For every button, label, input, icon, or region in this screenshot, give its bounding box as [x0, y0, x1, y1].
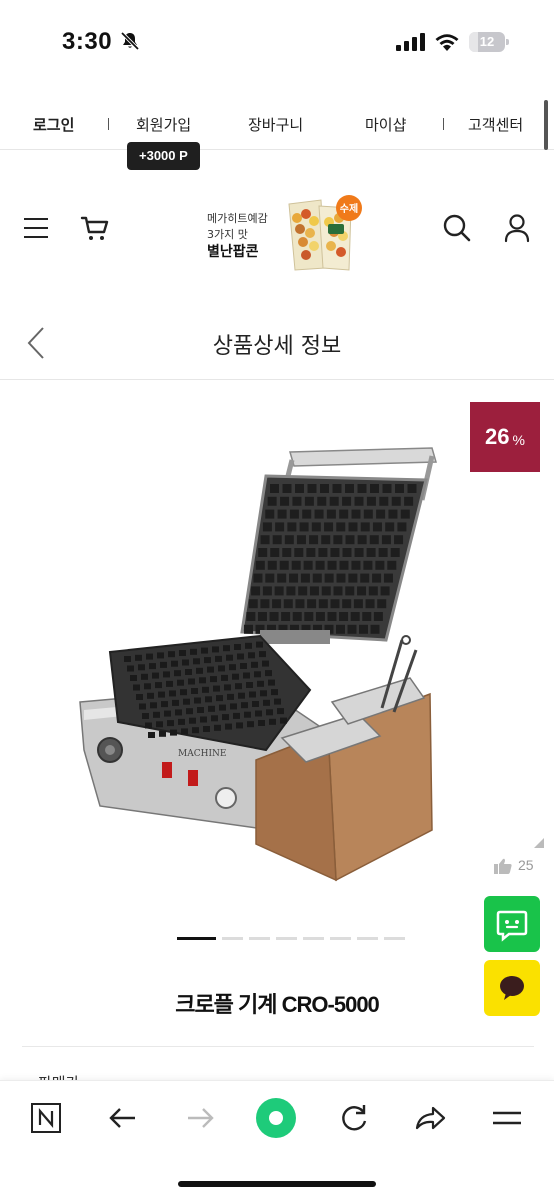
- site-header: 메가히트예감 3가지 맛 별난팝콘 수제: [0, 180, 554, 280]
- popcorn-promo-banner[interactable]: 메가히트예감 3가지 맛 별난팝콘 수제: [207, 188, 367, 272]
- discount-value: 26: [485, 424, 510, 449]
- slider-dot[interactable]: [357, 937, 378, 940]
- reload-icon[interactable]: [337, 1101, 371, 1135]
- search-icon[interactable]: [442, 213, 472, 243]
- like-count: 25: [518, 857, 534, 873]
- nav-signup[interactable]: 회원가입: [136, 114, 191, 135]
- status-time: 3:30: [62, 28, 113, 55]
- battery-indicator: 12: [469, 32, 509, 52]
- product-image[interactable]: MACHINE: [70, 440, 450, 890]
- corner-fold-icon: [534, 838, 544, 848]
- status-bar: 3:30 12: [0, 0, 554, 86]
- nav-divider: [108, 118, 109, 130]
- slider-dot[interactable]: [303, 937, 324, 940]
- page-title-bar: 상품상세 정보: [0, 308, 554, 380]
- back-arrow-icon[interactable]: [106, 1101, 140, 1135]
- slider-dot[interactable]: [249, 937, 270, 940]
- nav-scrollbar[interactable]: [544, 100, 548, 150]
- nav-cart[interactable]: 장바구니: [248, 114, 303, 135]
- thumbs-up-icon: [494, 858, 512, 874]
- top-nav: 로그인 회원가입 장바구니 마이샵 고객센터: [0, 100, 554, 150]
- forward-arrow-icon[interactable]: [183, 1101, 217, 1135]
- home-indicator[interactable]: [178, 1181, 376, 1187]
- cellular-signal-icon: [396, 33, 425, 51]
- like-button[interactable]: 25: [486, 848, 542, 884]
- slider-dot[interactable]: [330, 937, 351, 940]
- page-title: 상품상세 정보: [212, 334, 342, 359]
- nav-login[interactable]: 로그인: [33, 114, 74, 135]
- talk-chat-icon: [496, 910, 528, 942]
- slider-dot[interactable]: [276, 937, 297, 940]
- banner-flavors: 3가지 맛: [207, 228, 248, 241]
- machine-panel-label: MACHINE: [178, 749, 226, 759]
- banner-handmade-sticker: 수제: [340, 202, 358, 215]
- green-home-icon[interactable]: [255, 1097, 297, 1139]
- cart-icon[interactable]: [80, 213, 110, 243]
- naver-talk-button[interactable]: [484, 896, 540, 952]
- user-icon[interactable]: [503, 213, 531, 243]
- wifi-icon: [435, 34, 459, 51]
- nav-customer-center[interactable]: 고객센터: [468, 114, 523, 135]
- bell-off-icon: [120, 31, 140, 51]
- menu-icon[interactable]: [490, 1101, 524, 1135]
- discount-unit: %: [512, 431, 525, 448]
- slider-dot[interactable]: [384, 937, 405, 940]
- hamburger-icon[interactable]: [24, 218, 50, 240]
- banner-product-name: 별난팝콘: [207, 244, 259, 260]
- slider-dot[interactable]: [222, 937, 243, 940]
- n-logo-icon[interactable]: [29, 1101, 63, 1135]
- share-icon[interactable]: [413, 1101, 447, 1135]
- product-name: 크로플 기계 CRO-5000: [175, 992, 380, 1017]
- nav-myshop[interactable]: 마이샵: [365, 114, 406, 135]
- image-slider-indicator[interactable]: [177, 937, 405, 941]
- banner-tagline: 메가히트예감: [207, 212, 268, 225]
- signup-points-badge: +3000 P: [127, 142, 200, 170]
- nav-divider: [443, 118, 444, 130]
- battery-level-text: 12: [479, 34, 495, 49]
- discount-badge: 26 %: [470, 402, 540, 472]
- section-divider: [22, 1046, 534, 1047]
- popcorn-bag-image: 수제: [288, 195, 362, 271]
- slider-dot[interactable]: [177, 937, 216, 940]
